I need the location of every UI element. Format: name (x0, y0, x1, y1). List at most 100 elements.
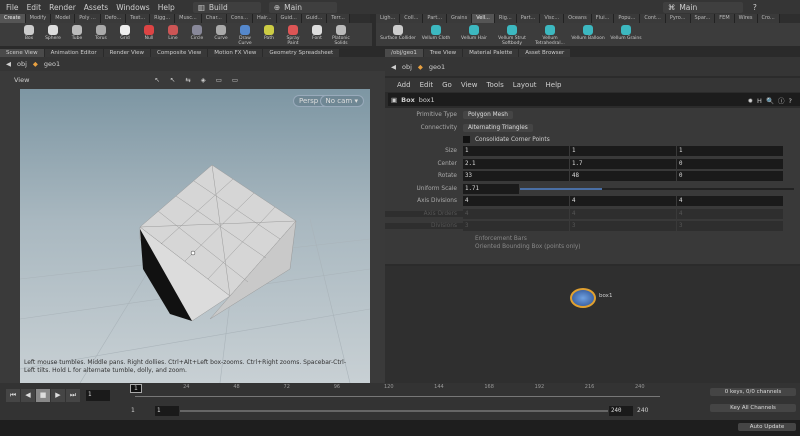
shelf-tab[interactable]: Ligh... (376, 14, 401, 23)
shelf-tab[interactable]: Wires (734, 14, 758, 23)
parm-field[interactable]: 1 (463, 146, 569, 157)
pane-tab[interactable]: Tree View (423, 49, 463, 57)
shelf-tool[interactable]: Tube (66, 23, 88, 46)
network-menu-item[interactable]: Layout (513, 81, 537, 89)
frame-field[interactable]: 1 (86, 390, 110, 401)
menu-file[interactable]: File (6, 3, 19, 12)
shelf-tab[interactable]: Cont... (640, 14, 666, 23)
parm-field[interactable]: 3 (677, 221, 783, 232)
shelf-tab[interactable]: Model (51, 14, 76, 23)
shelf-tab[interactable]: Spar... (690, 14, 716, 23)
shelf-tool[interactable]: Vellum Balloon (570, 23, 606, 46)
shelf-tool[interactable]: Null (138, 23, 160, 46)
left-toolbox[interactable] (0, 89, 20, 383)
shelf-tab[interactable]: Guid... (301, 14, 328, 23)
shelf-tab[interactable]: Text... (126, 14, 151, 23)
parm-field[interactable]: 1 (570, 146, 676, 157)
stop-button[interactable]: ■ (36, 389, 50, 402)
display-toolbar[interactable] (370, 89, 385, 383)
shelf-tool[interactable]: Platonic Solids (330, 23, 352, 46)
shelf-tool[interactable]: Vellum Strut Softbody (494, 23, 530, 46)
shelf-tab[interactable]: Create (0, 14, 26, 23)
shelf-tab[interactable]: Modify (25, 14, 52, 23)
range-start-field[interactable]: 1 (155, 406, 179, 416)
play-reverse-button[interactable]: ◀ (21, 389, 35, 402)
parm-field[interactable]: 48 (570, 171, 676, 182)
back-icon[interactable]: ◀ (391, 63, 396, 71)
range-end-field[interactable]: 240 (609, 406, 633, 416)
network-editor[interactable]: box1 (385, 266, 800, 383)
box-node[interactable] (570, 288, 596, 308)
context-select-right[interactable]: ⌘ Main (662, 1, 743, 13)
path-geo1[interactable]: geo1 (429, 63, 445, 71)
network-menu-item[interactable]: Edit (420, 81, 434, 89)
consolidate-checkbox[interactable] (463, 136, 470, 143)
pane-tab[interactable]: /obj/geo1 (385, 49, 423, 57)
shelf-tab[interactable]: Rigg... (150, 14, 176, 23)
shelf-tab[interactable]: Part... (423, 14, 448, 23)
path-obj[interactable]: obj (17, 60, 27, 68)
network-menu-item[interactable]: Add (397, 81, 411, 89)
shelf-tool[interactable]: Vellum Cloth (418, 23, 454, 46)
parm-field[interactable]: 3 (463, 221, 569, 232)
jump-end-button[interactable]: ⏭ (66, 389, 80, 402)
parm-field[interactable]: 4 (570, 208, 676, 219)
shelf-tool[interactable]: Curve (210, 23, 232, 46)
pane-tab[interactable]: Material Palette (463, 49, 519, 57)
shelf-tool[interactable]: Vellum Grains (608, 23, 644, 46)
shelf-tool[interactable]: Box (18, 23, 40, 46)
shelf-tab[interactable]: Cons... (226, 14, 253, 23)
shelf-tool[interactable]: Vellum Tetrahedral... (532, 23, 568, 46)
shelf-tool[interactable]: Torus (90, 23, 112, 46)
parm-field[interactable]: 1 (677, 146, 783, 157)
shelf-tab[interactable]: Oceans (564, 14, 592, 23)
shelf-tab[interactable]: Popu... (614, 14, 641, 23)
timeline-ruler[interactable]: 24 48 72 96 120 144 168 192 216 240 (135, 383, 660, 401)
pane-tab[interactable]: Scene View (0, 49, 44, 57)
shelf-tab[interactable]: Rig... (494, 14, 517, 23)
shelf-tool[interactable]: Line (162, 23, 184, 46)
parm-field[interactable]: 3 (570, 221, 676, 232)
menu-render[interactable]: Render (49, 3, 76, 12)
uniform-scale-field[interactable]: 1.71 (463, 183, 519, 194)
parm-field[interactable]: 4 (677, 208, 783, 219)
menu-help[interactable]: Help (158, 3, 175, 12)
parm-field[interactable]: 0 (677, 158, 783, 169)
network-menu-item[interactable]: Help (546, 81, 562, 89)
pane-tab[interactable]: Motion FX View (208, 49, 263, 57)
pane-tab[interactable]: Render View (103, 49, 151, 57)
desktop-select[interactable]: ▥ Build (192, 1, 261, 13)
shelf-tab[interactable]: Cro... (757, 14, 780, 23)
parm-field[interactable]: 2.1 (463, 158, 569, 169)
network-menu-item[interactable]: View (461, 81, 478, 89)
viewport-3d[interactable]: Persp ▾ No cam ▾ Left mouse tumbles. Mid… (20, 89, 370, 383)
parm-field[interactable]: 4 (677, 196, 783, 207)
menu-edit[interactable]: Edit (27, 3, 42, 12)
shelf-tab[interactable]: Hair... (252, 14, 277, 23)
shelf-tool[interactable]: Grid (114, 23, 136, 46)
shelf-tab[interactable]: Poly ... (75, 14, 101, 23)
back-icon[interactable]: ◀ (6, 60, 11, 68)
parm-field[interactable]: 4 (463, 196, 569, 207)
shelf-tab[interactable]: FEM (715, 14, 735, 23)
shelf-tool[interactable]: Surface Collider (380, 23, 416, 46)
shelf-tab[interactable]: Terr... (327, 14, 350, 23)
shelf-tool[interactable]: Spray Paint (282, 23, 304, 46)
view-menu[interactable]: View (14, 76, 29, 84)
parm-field[interactable]: 4 (463, 208, 569, 219)
parm-field[interactable]: 33 (463, 171, 569, 182)
shelf-tool[interactable]: Sphere (42, 23, 64, 46)
selection-tools[interactable]: ↖↖⇆◈▭▭ (154, 76, 248, 84)
shelf-tab[interactable]: Pyro... (665, 14, 691, 23)
end-frame-field[interactable]: 240 (637, 407, 648, 414)
primitive-type-select[interactable]: Polygon Mesh (463, 111, 513, 120)
pane-tab[interactable]: Animation Editor (44, 49, 103, 57)
parm-field[interactable]: 0 (677, 171, 783, 182)
node-name-field[interactable]: box1 (419, 96, 435, 104)
pane-tab[interactable]: Geometry Spreadsheet (263, 49, 340, 57)
shelf-tool[interactable]: Vellum Hair (456, 23, 492, 46)
parm-field[interactable]: 1.7 (570, 158, 676, 169)
shelf-tab[interactable]: Musc... (175, 14, 202, 23)
keys-channels-button[interactable]: 0 keys, 0/0 channels (710, 388, 796, 396)
shelf-tool[interactable]: Draw Curve (234, 23, 256, 46)
